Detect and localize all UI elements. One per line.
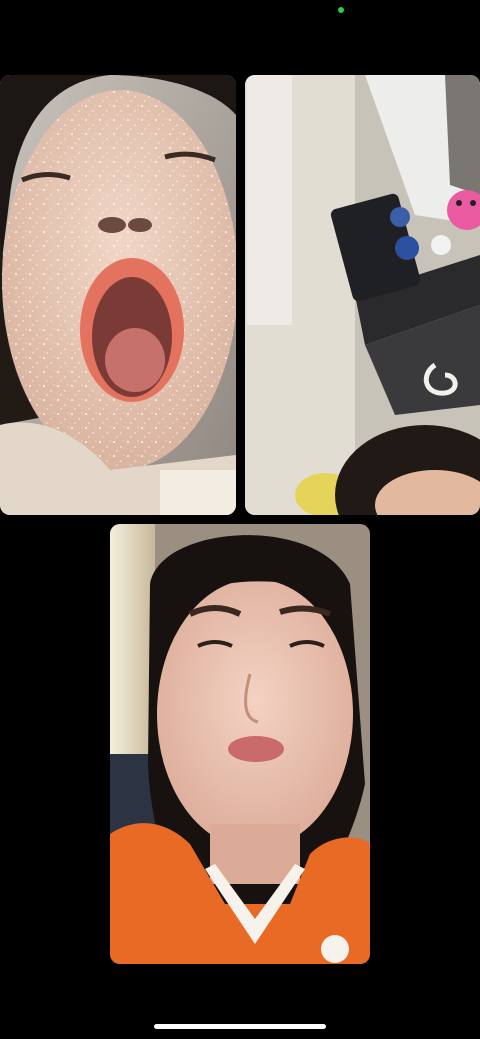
video-tile-participant-1[interactable] xyxy=(0,75,236,515)
camera-active-indicator xyxy=(338,7,344,13)
video-tile-participant-2[interactable] xyxy=(245,75,480,515)
participant-1-video xyxy=(0,75,236,515)
participant-2-video xyxy=(245,75,480,515)
video-tile-participant-3[interactable] xyxy=(110,524,370,964)
participant-3-video xyxy=(110,524,370,964)
home-indicator[interactable] xyxy=(154,1024,326,1029)
